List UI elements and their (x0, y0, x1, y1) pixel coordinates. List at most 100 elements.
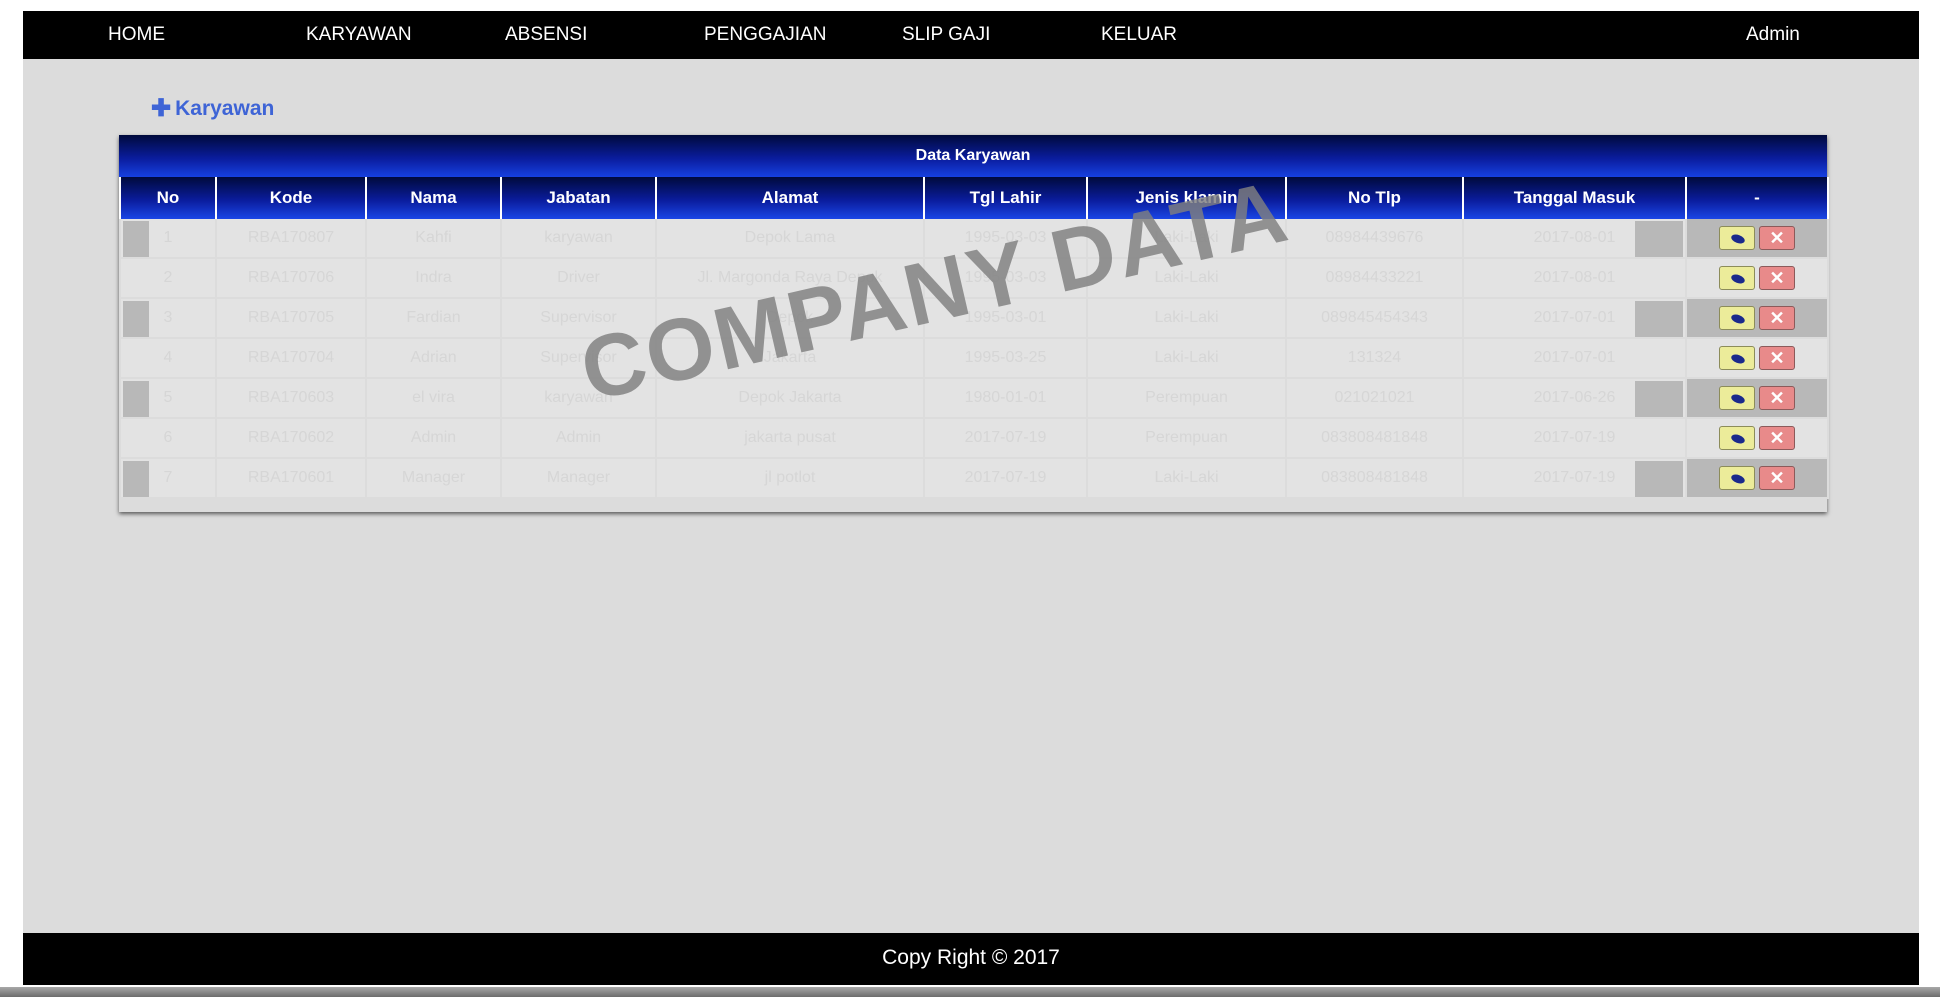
cell-alamat: jakarta pusat (655, 418, 925, 459)
cell-actions: ✕ (1685, 418, 1829, 459)
cell-no: 5 (119, 378, 217, 419)
add-karyawan-link[interactable]: ✚ Karyawan (151, 97, 274, 121)
cell-actions: ✕ (1685, 258, 1829, 299)
col-header-no: No (119, 177, 217, 219)
cell-alamat: Jl. Margonda Raya Depok (655, 258, 925, 299)
cell-no-tlp: 021021021 (1285, 378, 1464, 419)
cell-tgl-lahir: 1995-03-01 (923, 298, 1088, 339)
col-header-kode: Kode (215, 177, 367, 219)
cell-tgl-lahir: 1980-01-01 (923, 378, 1088, 419)
add-karyawan-label: Karyawan (175, 97, 275, 120)
cell-tanggal-masuk: 2017-07-19 (1462, 458, 1687, 499)
col-header-alamat: Alamat (655, 177, 925, 219)
table-row: 3 RBA170705 Fardian Supervisor Depok 199… (119, 298, 1829, 339)
nav-keluar[interactable]: KELUAR (1101, 11, 1177, 59)
cell-actions: ✕ (1685, 378, 1829, 419)
col-header-jenis-kelamin: Jenis klamin (1086, 177, 1287, 219)
cell-jenis-kelamin: Perempuan (1086, 378, 1287, 419)
cell-tanggal-masuk: 2017-06-26 (1462, 378, 1687, 419)
edit-button[interactable] (1719, 466, 1755, 490)
cell-nama: Fardian (365, 298, 502, 339)
nav-karyawan[interactable]: KARYAWAN (306, 11, 412, 59)
cell-alamat: jl potlot (655, 458, 925, 499)
cell-jabatan: karyawan (500, 378, 657, 419)
cell-jabatan: Driver (500, 258, 657, 299)
cell-nama: Kahfi (365, 219, 502, 259)
cell-tgl-lahir: 2017-07-19 (923, 418, 1088, 459)
delete-button[interactable]: ✕ (1759, 466, 1795, 490)
footer: Copy Right © 2017 (23, 933, 1919, 985)
pencil-icon (1730, 232, 1746, 246)
nav-home[interactable]: HOME (108, 11, 165, 59)
table-header-row: No Kode Nama Jabatan Alamat Tgl Lahir Je… (119, 177, 1829, 219)
pencil-icon (1730, 472, 1746, 486)
table-row: 6 RBA170602 Admin Admin jakarta pusat 20… (119, 418, 1829, 459)
cell-no-tlp: 131324 (1285, 338, 1464, 379)
cell-alamat: Depok Jakarta (655, 378, 925, 419)
edit-button[interactable] (1719, 346, 1755, 370)
cell-alamat: Depok Lama (655, 219, 925, 259)
delete-button[interactable]: ✕ (1759, 306, 1795, 330)
cell-jenis-kelamin: Laki-Laki (1086, 338, 1287, 379)
nav-user-admin[interactable]: Admin (1746, 11, 1800, 59)
col-header-nama: Nama (365, 177, 502, 219)
top-navbar: HOME KARYAWAN ABSENSI PENGGAJIAN SLIP GA… (23, 11, 1919, 59)
cell-no-tlp: 083808481848 (1285, 418, 1464, 459)
cell-jabatan: karyawan (500, 219, 657, 259)
cell-no: 7 (119, 458, 217, 499)
table-row: 7 RBA170601 Manager Manager jl potlot 20… (119, 458, 1829, 499)
cell-actions: ✕ (1685, 298, 1829, 339)
table-row: 2 RBA170706 Indra Driver Jl. Margonda Ra… (119, 258, 1829, 299)
cell-kode: RBA170705 (215, 298, 367, 339)
cell-kode: RBA170603 (215, 378, 367, 419)
cell-actions: ✕ (1685, 338, 1829, 379)
pencil-icon (1730, 392, 1746, 406)
nav-slip-gaji[interactable]: SLIP GAJI (902, 11, 990, 59)
col-header-tanggal-masuk: Tanggal Masuk (1462, 177, 1687, 219)
window-bottom-bar (0, 987, 1940, 997)
cell-actions: ✕ (1685, 458, 1829, 499)
cell-tgl-lahir: 1995-03-03 (923, 258, 1088, 299)
cell-alamat: Depok (655, 298, 925, 339)
cell-no: 4 (119, 338, 217, 379)
employee-table: No Kode Nama Jabatan Alamat Tgl Lahir Je… (119, 177, 1829, 499)
cell-nama: Manager (365, 458, 502, 499)
cell-alamat: Jakarta (655, 338, 925, 379)
cell-nama: Indra (365, 258, 502, 299)
edit-button[interactable] (1719, 386, 1755, 410)
cell-tanggal-masuk: 2017-07-19 (1462, 418, 1687, 459)
page-frame: HOME KARYAWAN ABSENSI PENGGAJIAN SLIP GA… (23, 11, 1919, 985)
col-header-jabatan: Jabatan (500, 177, 657, 219)
cell-tanggal-masuk: 2017-08-01 (1462, 258, 1687, 299)
edit-button[interactable] (1719, 306, 1755, 330)
table-title: Data Karyawan (119, 135, 1827, 177)
cell-jenis-kelamin: Laki-Laki (1086, 219, 1287, 259)
pencil-icon (1730, 352, 1746, 366)
cell-jenis-kelamin: Laki-Laki (1086, 298, 1287, 339)
cell-tgl-lahir: 1995-03-03 (923, 219, 1088, 259)
pencil-icon (1730, 272, 1746, 286)
edit-button[interactable] (1719, 266, 1755, 290)
cell-kode: RBA170807 (215, 219, 367, 259)
cell-tgl-lahir: 1995-03-25 (923, 338, 1088, 379)
cell-tanggal-masuk: 2017-08-01 (1462, 219, 1687, 259)
cell-kode: RBA170704 (215, 338, 367, 379)
cell-jabatan: Supervisor (500, 298, 657, 339)
cell-no-tlp: 089845454343 (1285, 298, 1464, 339)
cell-jenis-kelamin: Laki-Laki (1086, 458, 1287, 499)
edit-button[interactable] (1719, 426, 1755, 450)
delete-button[interactable]: ✕ (1759, 266, 1795, 290)
cell-jabatan: Manager (500, 458, 657, 499)
employee-table-panel: Data Karyawan No Kode Nama Jabatan Alama… (119, 135, 1829, 512)
delete-button[interactable]: ✕ (1759, 346, 1795, 370)
delete-button[interactable]: ✕ (1759, 226, 1795, 250)
nav-penggajian[interactable]: PENGGAJIAN (704, 11, 826, 59)
delete-button[interactable]: ✕ (1759, 426, 1795, 450)
edit-button[interactable] (1719, 226, 1755, 250)
cell-jenis-kelamin: Perempuan (1086, 418, 1287, 459)
nav-absensi[interactable]: ABSENSI (505, 11, 587, 59)
delete-button[interactable]: ✕ (1759, 386, 1795, 410)
cell-tanggal-masuk: 2017-07-01 (1462, 338, 1687, 379)
cell-tgl-lahir: 2017-07-19 (923, 458, 1088, 499)
table-row: 4 RBA170704 Adrian Supervisor Jakarta 19… (119, 338, 1829, 379)
